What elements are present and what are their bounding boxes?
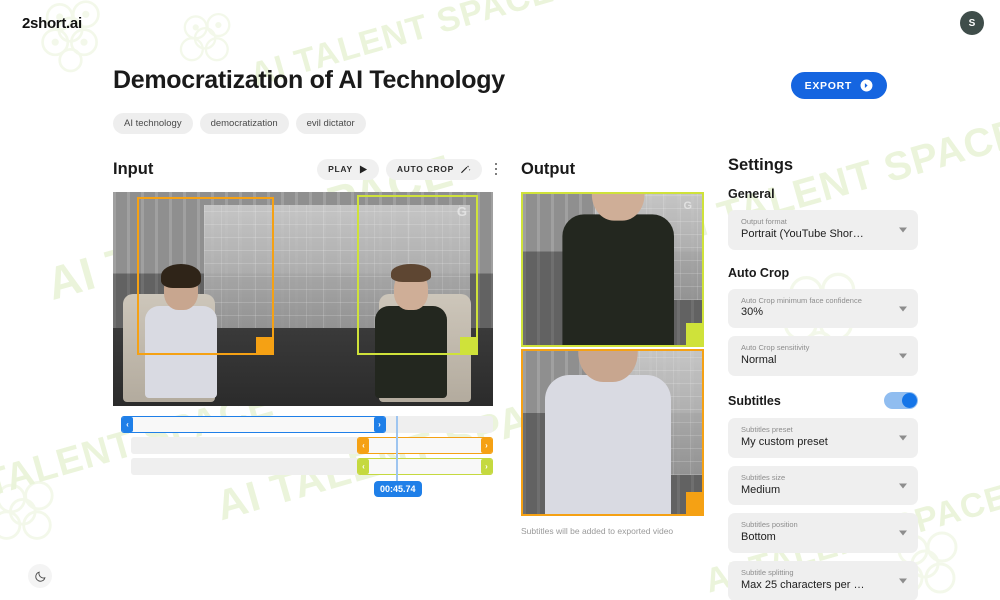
- input-panel: Input PLAY AUTO CROP G ‹ › ‹ › ‹ › 00:45…: [113, 156, 503, 600]
- chevron-down-icon: [899, 483, 907, 489]
- input-header: Input PLAY AUTO CROP: [113, 156, 503, 182]
- settings-group-subtitles-title: Subtitles: [728, 393, 781, 408]
- output-previews: G Subtitles will be added to exported vi…: [521, 192, 704, 536]
- auto-crop-sensitivity-select[interactable]: Auto Crop sensitivity Normal: [728, 336, 918, 377]
- auto-crop-face-confidence-label: Auto Crop minimum face confidence: [741, 295, 862, 305]
- video-person-left: [545, 351, 671, 514]
- kebab-dot: [494, 162, 498, 166]
- input-toolbar: PLAY AUTO CROP: [317, 158, 503, 180]
- subtitles-preset-label: Subtitles preset: [741, 425, 793, 435]
- settings-title: Settings: [728, 156, 794, 174]
- top-bar: 2short.ai S: [0, 0, 1000, 46]
- tag-item[interactable]: evil dictator: [295, 113, 366, 134]
- kebab-dot: [494, 172, 498, 176]
- page-title: Democratization of AI Technology: [113, 66, 505, 94]
- moon-icon: [34, 570, 46, 582]
- clip-handle-right[interactable]: ›: [374, 417, 385, 432]
- output-format-label: Output format: [741, 217, 787, 226]
- tag-list: AI technology democratization evil dicta…: [113, 113, 1000, 134]
- subtitles-size-value: Medium: [741, 483, 781, 496]
- crop-box-orange[interactable]: [137, 197, 274, 355]
- crop-box-lime[interactable]: [357, 195, 478, 355]
- output-resize-handle[interactable]: [686, 492, 702, 514]
- auto-crop-sensitivity-label: Auto Crop sensitivity: [741, 343, 810, 353]
- timeline[interactable]: ‹ › ‹ › ‹ › 00:45.74: [113, 416, 493, 506]
- play-icon: [359, 164, 367, 174]
- auto-crop-button[interactable]: AUTO CROP: [385, 158, 482, 180]
- main-columns: Input PLAY AUTO CROP G ‹ › ‹ › ‹ › 00:45…: [0, 156, 1000, 600]
- subtitles-preset-select[interactable]: Subtitles preset My custom preset: [728, 418, 918, 458]
- clip-handle-right[interactable]: ›: [481, 459, 492, 474]
- clip-handle-right[interactable]: ›: [481, 438, 492, 453]
- tag-item[interactable]: democratization: [199, 113, 289, 134]
- chevron-down-icon: [899, 306, 907, 312]
- kebab-dot: [494, 167, 498, 171]
- input-more-options-button[interactable]: [489, 159, 503, 179]
- title-row: Democratization of AI Technology EXPORT: [0, 46, 1000, 99]
- play-button-label: PLAY: [328, 164, 353, 174]
- input-title: Input: [113, 159, 154, 178]
- magic-wand-icon: [461, 164, 471, 173]
- settings-group-general-title: General: [728, 187, 775, 201]
- output-preview-orange[interactable]: [521, 349, 704, 516]
- output-format-select[interactable]: Output format Portrait (YouTube Shor…: [728, 210, 918, 250]
- auto-crop-face-confidence-select[interactable]: Auto Crop minimum face confidence 30%: [728, 288, 918, 329]
- auto-crop-sensitivity-value: Normal: [741, 354, 777, 367]
- crop-box-resize-handle[interactable]: [256, 337, 273, 354]
- subtitles-size-select[interactable]: Subtitles size Medium: [728, 465, 918, 506]
- timeline-clip-blue[interactable]: ‹ ›: [121, 416, 386, 433]
- timeline-timestamp: 00:45.74: [374, 481, 422, 497]
- video-overlay-letter: G: [683, 200, 692, 212]
- export-button[interactable]: EXPORT: [790, 72, 887, 99]
- timeline-playhead[interactable]: [396, 416, 398, 484]
- app-logo[interactable]: 2short.ai: [22, 15, 82, 32]
- subtitle-splitting-select[interactable]: Subtitle splitting Max 25 characters per…: [728, 561, 918, 600]
- output-format-value: Portrait (YouTube Shor…: [741, 227, 864, 240]
- subtitles-toggle[interactable]: [884, 392, 918, 410]
- chevron-down-icon: [899, 530, 907, 536]
- output-header: Output: [521, 156, 716, 182]
- tag-item[interactable]: AI technology: [113, 113, 193, 134]
- subtitles-position-label: Subtitles position: [741, 520, 798, 530]
- settings-group-autocrop-title: Auto Crop: [728, 265, 790, 280]
- toggle-knob: [902, 393, 917, 409]
- chevron-down-icon: [899, 353, 907, 359]
- subtitles-size-label: Subtitles size: [741, 472, 786, 482]
- timeline-clip-lime[interactable]: ‹ ›: [357, 458, 493, 475]
- video-person-right: [562, 194, 674, 345]
- page-body: Democratization of AI Technology EXPORT …: [0, 46, 1000, 600]
- chevron-down-icon: [899, 578, 907, 584]
- crop-box-resize-handle[interactable]: [460, 337, 477, 354]
- clip-handle-left[interactable]: ‹: [122, 417, 133, 432]
- settings-group-subtitles-header: Subtitles: [728, 392, 918, 410]
- subtitle-splitting-label: Subtitle splitting: [741, 568, 794, 578]
- chevron-down-icon: [899, 227, 907, 233]
- person-body: [545, 375, 671, 514]
- input-video-preview[interactable]: G: [113, 192, 493, 406]
- subtitles-position-value: Bottom: [741, 531, 776, 544]
- output-preview-lime[interactable]: G: [521, 192, 704, 347]
- auto-crop-face-confidence-value: 30%: [741, 306, 764, 319]
- arrow-circle-right-icon: [860, 79, 873, 92]
- auto-crop-button-label: AUTO CROP: [396, 164, 454, 174]
- timeline-clip-orange[interactable]: ‹ ›: [357, 437, 493, 454]
- person-body: [562, 214, 674, 345]
- output-subtitles-note: Subtitles will be added to exported vide…: [521, 526, 674, 536]
- subtitles-position-select[interactable]: Subtitles position Bottom: [728, 513, 918, 554]
- settings-panel: Settings General Output format Portrait …: [728, 156, 918, 600]
- output-title: Output: [521, 159, 576, 178]
- output-resize-handle[interactable]: [686, 323, 702, 345]
- clip-handle-left[interactable]: ‹: [358, 438, 369, 453]
- output-panel: Output G Subtitles will be added to expo…: [521, 156, 716, 600]
- export-button-label: EXPORT: [804, 79, 852, 92]
- play-button[interactable]: PLAY: [317, 158, 379, 180]
- avatar[interactable]: S: [960, 11, 984, 35]
- subtitles-preset-value: My custom preset: [741, 435, 828, 448]
- clip-handle-left[interactable]: ‹: [358, 459, 369, 474]
- chevron-down-icon: [899, 435, 907, 441]
- subtitle-splitting-value: Max 25 characters per …: [741, 578, 865, 591]
- dark-mode-toggle[interactable]: [28, 564, 52, 588]
